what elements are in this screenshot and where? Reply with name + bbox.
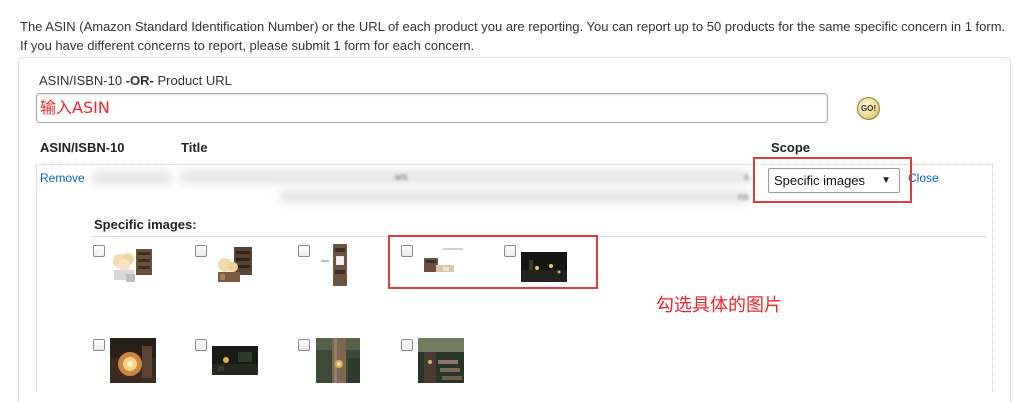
specific-images-label: Specific images:: [94, 217, 197, 232]
remove-link[interactable]: Remove: [40, 171, 85, 185]
image-checkbox[interactable]: [298, 339, 310, 351]
wall-planter-thumb: [212, 243, 260, 288]
image-checkbox[interactable]: [298, 245, 310, 257]
glowing-lantern-thumb: [110, 338, 156, 383]
redacted-title-line-2: [280, 190, 750, 203]
image-checkbox[interactable]: [93, 339, 105, 351]
hanging-lantern-thumb: [317, 242, 359, 288]
title-fragment-0: ws: [395, 172, 408, 183]
redacted-title-line-1: [180, 170, 750, 184]
title-fragment-2: ns: [738, 192, 749, 203]
annotation-select-images: 勾选具体的图片: [656, 295, 782, 315]
scope-highlight-box: [753, 157, 912, 203]
go-button[interactable]: GO!: [857, 97, 880, 120]
asin-label-suffix: Product URL: [153, 73, 232, 88]
asin-label-or: -OR-: [125, 73, 154, 88]
asin-field-label: ASIN/ISBN-10 -OR- Product URL: [39, 73, 232, 88]
garden-steps-thumb: [418, 338, 464, 383]
asin-label-prefix: ASIN/ISBN-10: [39, 73, 126, 88]
column-header-scope: Scope: [771, 140, 811, 155]
flower-crate-thumb: [108, 243, 156, 288]
title-fragment-1: s: [744, 172, 749, 183]
image-checkbox[interactable]: [93, 245, 105, 257]
wooden-post-thumb: [316, 338, 360, 383]
column-header-asin: ASIN/ISBN-10: [40, 140, 125, 155]
redacted-asin: [92, 171, 172, 185]
close-link[interactable]: Close: [908, 171, 939, 185]
images-highlight-box: [388, 235, 598, 289]
column-header-title: Title: [181, 140, 208, 155]
image-checkbox[interactable]: [401, 339, 413, 351]
image-checkbox[interactable]: [195, 245, 207, 257]
asin-input[interactable]: 输入ASIN: [36, 93, 828, 123]
intro-text: The ASIN (Amazon Standard Identification…: [20, 19, 1006, 53]
image-checkbox[interactable]: [195, 339, 207, 351]
dark-patio-thumb: [212, 346, 258, 375]
